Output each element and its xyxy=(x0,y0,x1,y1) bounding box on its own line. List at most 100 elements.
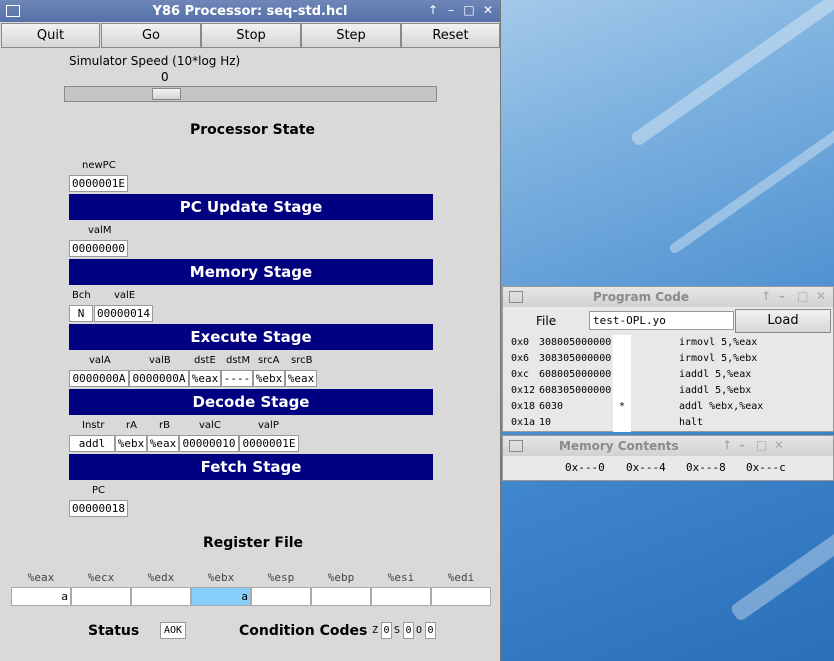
register-file-heading: Register File xyxy=(203,535,304,551)
execute-stage-banner: Execute Stage xyxy=(69,324,433,350)
vale-value: 00000014 xyxy=(94,305,153,322)
close-icon[interactable]: ✕ xyxy=(816,289,826,303)
valm-label: valM xyxy=(88,225,112,236)
decode-stage-banner: Decode Stage xyxy=(69,389,433,415)
window-menu-icon[interactable] xyxy=(509,291,523,303)
raise-icon[interactable]: ↑ xyxy=(426,3,440,17)
program-code-window: Program Code ↑ – □ ✕ File test-OPL.yo Lo… xyxy=(502,286,834,432)
register-value-esp xyxy=(251,587,311,606)
speed-slider-track[interactable] xyxy=(64,86,437,102)
condition-codes-label: Condition Codes xyxy=(239,623,368,639)
ra-label: rA xyxy=(126,420,137,431)
memory-contents-titlebar: Memory Contents ↑ – □ ✕ xyxy=(503,436,833,456)
newpc-label: newPC xyxy=(82,160,116,171)
dstm-label: dstM xyxy=(226,355,251,366)
status-label: Status xyxy=(88,623,140,639)
register-value-ecx xyxy=(71,587,131,606)
processor-state-heading: Processor State xyxy=(190,122,316,138)
code-asm: iaddl 5,%eax xyxy=(679,369,752,380)
go-button[interactable]: Go xyxy=(101,23,201,48)
register-name: %esi xyxy=(387,571,415,584)
speed-slider-handle[interactable] xyxy=(152,88,181,100)
status-value: AOK xyxy=(160,622,186,639)
ra-value: %ebx xyxy=(115,435,147,452)
code-asm: addl %ebx,%eax xyxy=(679,401,764,412)
memory-column-header: 0x---0 xyxy=(565,461,605,474)
instr-label: Instr xyxy=(82,420,105,431)
valc-label: valC xyxy=(199,420,221,431)
code-addr: 0xc xyxy=(511,369,530,380)
bch-label: Bch xyxy=(72,290,91,301)
quit-button[interactable]: Quit xyxy=(1,23,100,48)
code-bytes: 608005000000 xyxy=(539,369,612,380)
valp-value: 0000001E xyxy=(239,435,299,452)
memory-column-header: 0x---4 xyxy=(626,461,666,474)
close-icon[interactable]: ✕ xyxy=(481,3,495,17)
srcb-label: srcB xyxy=(291,355,313,366)
reset-button[interactable]: Reset xyxy=(401,23,500,48)
raise-icon[interactable]: ↑ xyxy=(761,289,771,303)
register-value-edi xyxy=(431,587,491,606)
register-value-ebx: a xyxy=(191,587,251,606)
code-bytes: 608305000000 xyxy=(539,385,612,396)
maximize-icon[interactable]: □ xyxy=(756,438,767,452)
minimize-icon[interactable]: – xyxy=(779,289,785,303)
register-value-esi xyxy=(371,587,431,606)
minimize-icon[interactable]: – xyxy=(444,3,458,17)
register-value-eax: a xyxy=(11,587,71,606)
code-addr: 0x12 xyxy=(511,385,536,396)
speed-label: Simulator Speed (10*log Hz) xyxy=(69,54,241,68)
vale-label: valE xyxy=(114,290,136,301)
code-asm: irmovl 5,%eax xyxy=(679,337,758,348)
speed-value: 0 xyxy=(161,70,169,84)
instr-value: addl xyxy=(69,435,115,452)
code-bytes: 308005000000 xyxy=(539,337,612,348)
rb-label: rB xyxy=(159,420,170,431)
main-window-title: Y86 Processor: seq-std.hcl xyxy=(152,4,348,19)
register-name: %esp xyxy=(267,571,295,584)
valm-value: 00000000 xyxy=(69,240,128,257)
code-asm: irmovl 5,%ebx xyxy=(679,353,758,364)
stop-button[interactable]: Stop xyxy=(201,23,301,48)
minimize-icon[interactable]: – xyxy=(739,438,745,452)
memory-contents-title: Memory Contents xyxy=(559,439,679,453)
code-bytes: 308305000000 xyxy=(539,353,612,364)
maximize-icon[interactable]: □ xyxy=(462,3,476,17)
maximize-icon[interactable]: □ xyxy=(797,289,808,303)
vala-label: valA xyxy=(89,355,111,366)
desktop-streak xyxy=(667,114,834,256)
pc-update-stage-banner: PC Update Stage xyxy=(69,194,433,220)
code-addr: 0x0 xyxy=(511,337,530,348)
srca-value: %ebx xyxy=(253,370,285,387)
bch-value: N xyxy=(69,305,93,322)
register-value-ebp xyxy=(311,587,371,606)
register-name: %edx xyxy=(147,571,175,584)
step-button[interactable]: Step xyxy=(301,23,401,48)
code-bytes: 6030 xyxy=(539,401,564,412)
window-menu-icon[interactable] xyxy=(509,440,523,452)
valc-value: 00000010 xyxy=(179,435,239,452)
cc-value-o: 0 xyxy=(425,622,436,639)
program-code-titlebar: Program Code ↑ – □ ✕ xyxy=(503,287,833,307)
desktop-streak xyxy=(729,515,834,623)
dste-value: %eax xyxy=(189,370,221,387)
file-input[interactable]: test-OPL.yo xyxy=(589,311,734,330)
cc-value-s: 0 xyxy=(403,622,414,639)
valb-value: 0000000A xyxy=(129,370,189,387)
close-icon[interactable]: ✕ xyxy=(774,438,784,452)
memory-column-header: 0x---c xyxy=(746,461,786,474)
valb-label: valB xyxy=(149,355,171,366)
valp-label: valP xyxy=(258,420,279,431)
pc-label: PC xyxy=(92,485,106,496)
register-name: %edi xyxy=(447,571,475,584)
rb-value: %eax xyxy=(147,435,179,452)
code-bytes: 10 xyxy=(539,417,552,428)
load-button[interactable]: Load xyxy=(735,309,831,333)
cc-flag-s: S xyxy=(394,625,401,636)
file-label: File xyxy=(536,314,557,328)
register-name: %eax xyxy=(27,571,55,584)
cc-value-z: 0 xyxy=(381,622,392,639)
raise-icon[interactable]: ↑ xyxy=(722,438,732,452)
dstm-value: ---- xyxy=(221,370,253,387)
memory-contents-window: Memory Contents ↑ – □ ✕ 0x---0 0x---4 0x… xyxy=(502,435,834,481)
